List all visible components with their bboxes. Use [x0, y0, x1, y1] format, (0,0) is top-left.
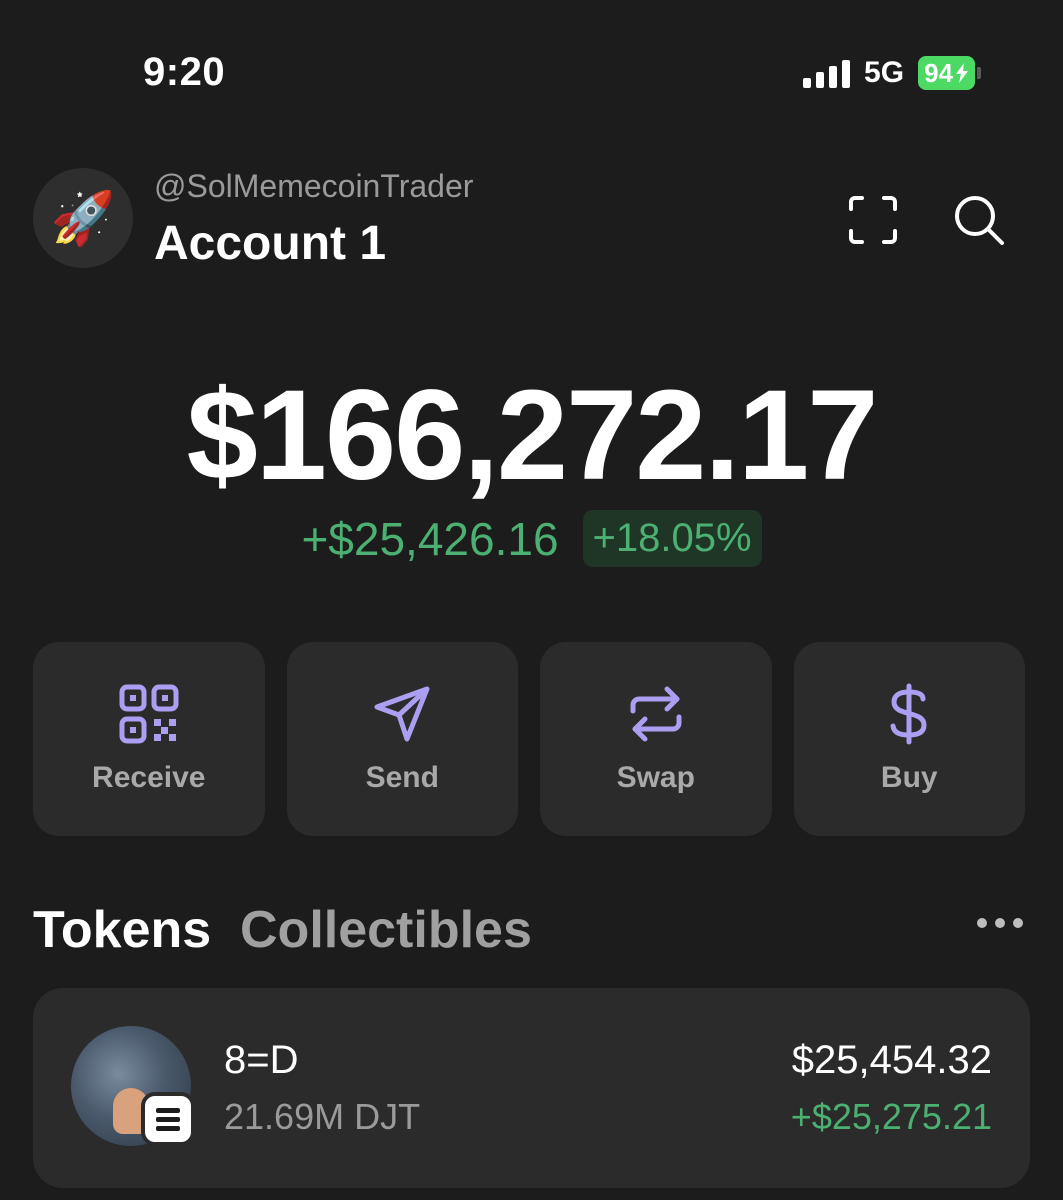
send-icon: [374, 686, 430, 742]
dollar-icon: [890, 683, 927, 745]
network-type: 5G: [864, 56, 905, 89]
send-label: Send: [365, 761, 439, 794]
swap-label: Swap: [616, 761, 695, 794]
battery-level: 94: [924, 58, 953, 88]
charging-bolt-icon: [956, 63, 968, 83]
account-avatar[interactable]: 🚀: [33, 168, 133, 268]
token-change: +$25,275.21: [790, 1096, 992, 1137]
account-handle[interactable]: @SolMemecoinTrader: [154, 168, 473, 205]
token-name: 8=D: [224, 1038, 299, 1082]
status-indicators: 5G 94: [803, 56, 981, 90]
asset-tabs: Tokens Collectibles: [33, 900, 1023, 964]
buy-label: Buy: [880, 761, 938, 794]
status-time: 9:20: [143, 50, 226, 94]
change-value: +$25,426.16: [301, 512, 559, 565]
search-icon[interactable]: [951, 192, 1007, 248]
rocket-icon: 🚀: [50, 189, 116, 248]
signal-icon: [803, 58, 851, 88]
action-buttons: Receive Send Swap Buy: [33, 642, 1025, 836]
qr-code-icon: [119, 684, 179, 744]
swap-button[interactable]: Swap: [540, 642, 772, 836]
receive-button[interactable]: Receive: [33, 642, 265, 836]
scan-icon[interactable]: [845, 192, 901, 248]
token-value: $25,454.32: [791, 1038, 992, 1082]
swap-icon: [630, 686, 682, 742]
portfolio-balance: $166,272.17: [186, 364, 879, 507]
tab-tokens[interactable]: Tokens: [33, 900, 211, 960]
token-row[interactable]: 8=D 21.69M DJT $25,454.32 +$25,275.21: [33, 988, 1030, 1188]
solana-icon: [141, 1092, 195, 1146]
portfolio-change: +$25,426.16 +18.05%: [0, 510, 1063, 567]
battery-icon: 94: [918, 56, 981, 90]
send-button[interactable]: Send: [286, 642, 518, 836]
account-name[interactable]: Account 1: [154, 216, 386, 271]
status-bar: 9:20 5G 94: [0, 0, 1063, 140]
receive-label: Receive: [92, 761, 206, 794]
account-header: 🚀 @SolMemecoinTrader Account 1: [33, 168, 1013, 278]
tab-collectibles[interactable]: Collectibles: [240, 900, 532, 960]
token-amount: 21.69M DJT: [224, 1096, 421, 1137]
buy-button[interactable]: Buy: [793, 642, 1025, 836]
change-percent-badge: +18.05%: [582, 510, 762, 567]
more-options-icon[interactable]: [977, 918, 1023, 928]
